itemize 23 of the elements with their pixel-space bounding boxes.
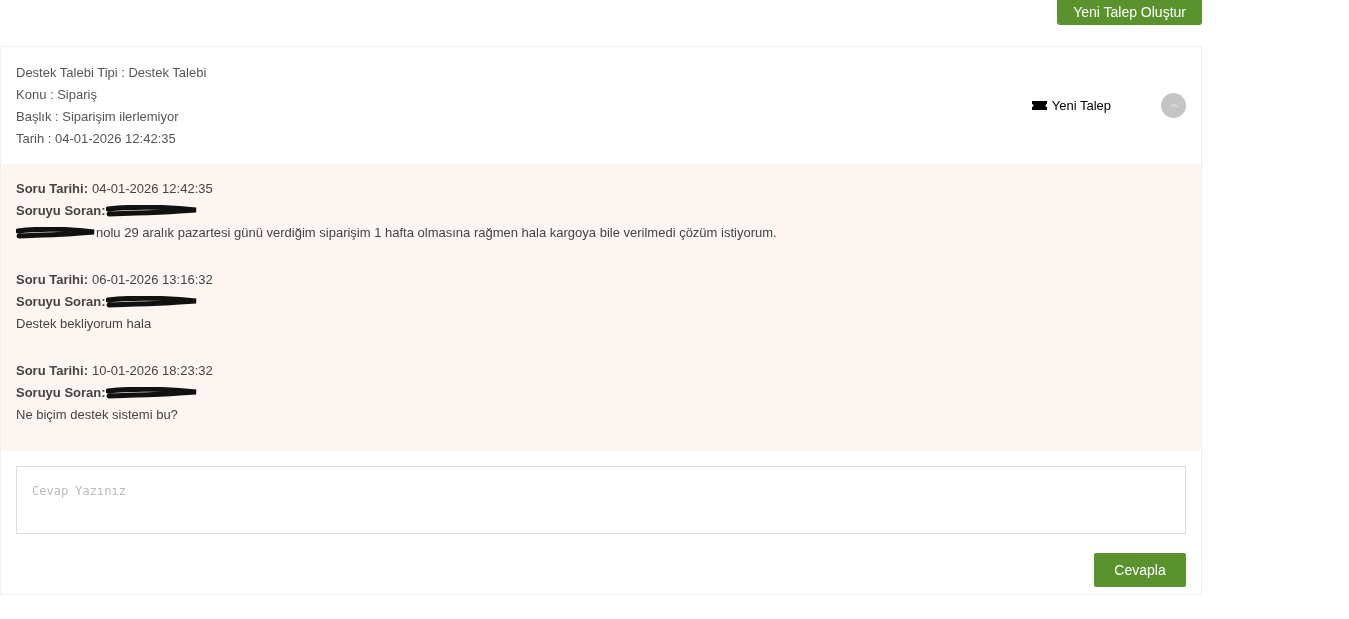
asker-label: Soruyu Soran:: [16, 384, 106, 403]
message-text: Destek bekliyorum hala: [16, 315, 152, 334]
message-text: nolu 29 aralık pazartesi günü verdiğim siparişim 1 hafta olmasına rağmen hala kargoya bile verilmedi çözüm istiyorum.: [96, 224, 777, 243]
ticket-icon: [1031, 101, 1047, 110]
date-label: Soru Tarihi:: [16, 362, 88, 381]
reply-button[interactable]: Cevapla: [1094, 553, 1186, 587]
collapse-button[interactable]: [1161, 93, 1186, 118]
ticket-info-text: Başlık : Siparişim ilerlemiyor: [16, 108, 180, 125]
new-ticket-button[interactable]: Yeni Talep Oluştur: [1057, 0, 1202, 25]
chevron-up-icon: [1169, 103, 1178, 108]
asker-label: Soruyu Soran:: [16, 293, 106, 312]
date-label: Soru Tarihi:: [16, 271, 88, 290]
date-label: Soru Tarihi:: [16, 180, 88, 199]
question-date: 06-01-2026 13:16:32: [92, 271, 213, 290]
ticket-info-text: Konu : Sipariş: [16, 86, 98, 103]
question-date: 10-01-2026 18:23:32: [92, 362, 213, 381]
asker-label: Soruyu Soran:: [16, 202, 106, 221]
reply-field[interactable]: Cevap Yazınız: [16, 466, 1186, 534]
message-text: Ne biçim destek sistemi bu?: [16, 406, 178, 425]
ticket-info-text: Tarih : 04-01-2026 12:42:35: [16, 130, 177, 147]
question-date: 04-01-2026 12:42:35: [92, 180, 213, 199]
ticket-info-text: Destek Talebi Tipi : Destek Talebi: [16, 64, 208, 81]
status-label: Yeni Talep: [1051, 96, 1111, 115]
